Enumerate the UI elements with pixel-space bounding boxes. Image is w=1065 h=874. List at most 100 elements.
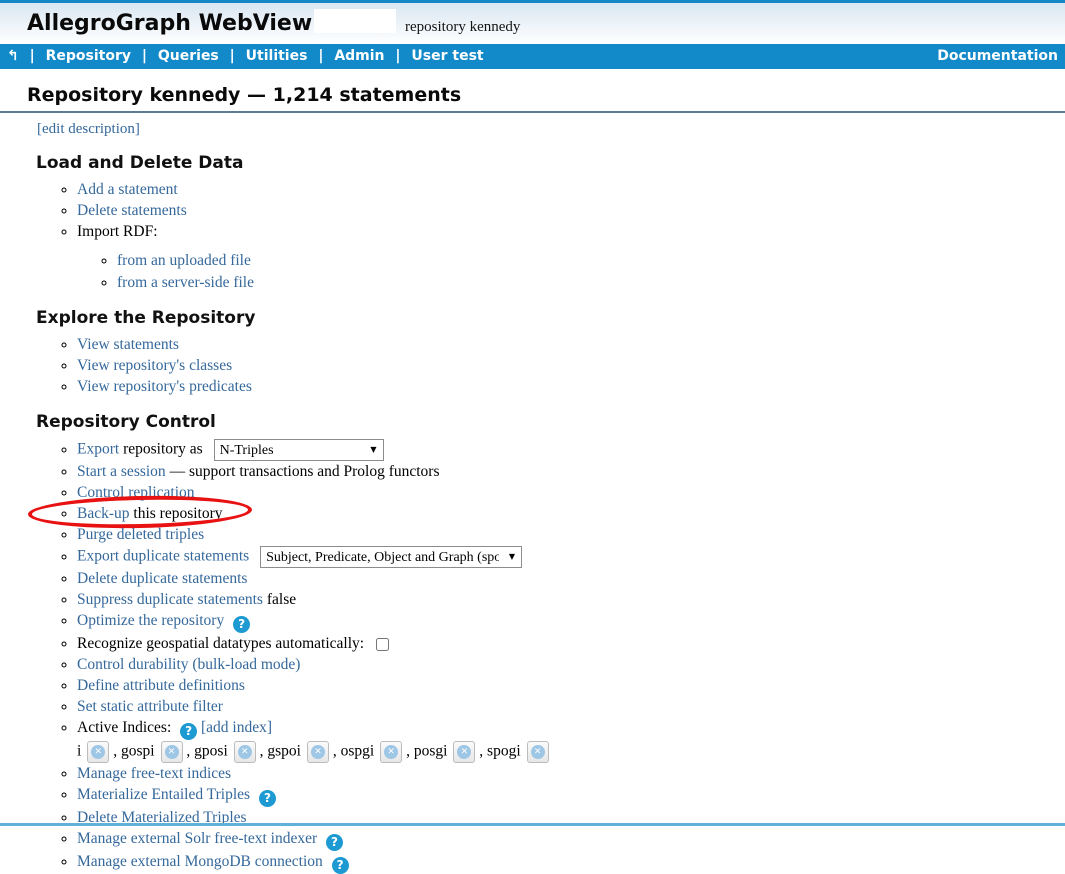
view-statements-link[interactable]: View statements <box>77 336 179 353</box>
import-rdf-sublist: from an uploaded file from a server-side… <box>77 251 1065 293</box>
remove-icon: ✕ <box>311 745 325 759</box>
index-label: posgi <box>414 743 448 760</box>
nav-separator: | <box>142 48 147 64</box>
nav-item-documentation[interactable]: Documentation <box>937 44 1058 69</box>
index-separator: , <box>475 743 487 760</box>
back-arrow-icon[interactable]: ↰ <box>7 48 19 64</box>
edit-description-link[interactable]: [edit description] <box>37 121 140 137</box>
export-repository-link[interactable]: Export <box>77 441 119 458</box>
geospatial-checkbox[interactable] <box>376 638 389 651</box>
remove-index-button[interactable]: ✕ <box>161 741 183 763</box>
suppress-duplicates-row: Suppress duplicate statements false <box>77 590 1065 610</box>
remove-index-button[interactable]: ✕ <box>380 741 402 763</box>
define-attributes-link[interactable]: Define attribute definitions <box>77 677 245 694</box>
list-item: from a server-side file <box>117 273 1065 293</box>
section-heading-load-delete: Load and Delete Data <box>36 153 1065 173</box>
export-format-select[interactable]: N-Triples <box>214 439 384 461</box>
remove-icon: ✕ <box>165 745 179 759</box>
list-item: Define attribute definitions <box>77 676 1065 696</box>
remove-icon: ✕ <box>91 745 105 759</box>
help-icon[interactable]: ? <box>180 723 197 740</box>
materialize-row: Materialize Entailed Triples ? <box>77 785 1065 807</box>
remove-index-button[interactable]: ✕ <box>87 741 109 763</box>
start-session-row: Start a session — support transactions a… <box>77 462 1065 482</box>
help-icon[interactable]: ? <box>259 790 276 807</box>
geospatial-label: Recognize geospatial datatypes automatic… <box>77 635 364 652</box>
list-item: Add a statement <box>77 180 1065 200</box>
list-item: Manage free-text indices <box>77 764 1065 784</box>
delete-statements-link[interactable]: Delete statements <box>77 202 187 219</box>
control-replication-link[interactable]: Control replication <box>77 484 195 501</box>
export-repository-row: Export repository as N-Triples ▼ <box>77 439 1065 461</box>
list-item: Set static attribute filter <box>77 697 1065 717</box>
index-separator: , <box>183 743 195 760</box>
add-statement-link[interactable]: Add a statement <box>77 181 178 198</box>
export-repository-label: repository as <box>123 441 203 458</box>
index-separator: , <box>402 743 414 760</box>
export-duplicates-link[interactable]: Export duplicate statements <box>77 548 249 565</box>
purge-deleted-triples-link[interactable]: Purge deleted triples <box>77 526 204 543</box>
manage-freetext-indices-link[interactable]: Manage free-text indices <box>77 765 231 782</box>
navbar-left: ↰ | Repository | Queries | Utilities | A… <box>7 44 490 69</box>
duplicates-format-select[interactable]: Subject, Predicate, Object and Graph (sp… <box>260 546 522 568</box>
list-item: Import RDF: from an uploaded file from a… <box>77 222 1065 293</box>
section-heading-control: Repository Control <box>36 412 1065 432</box>
backup-label: this repository <box>133 505 222 522</box>
import-server-file-link[interactable]: from a server-side file <box>117 274 254 291</box>
list-item: Control durability (bulk-load mode) <box>77 655 1065 675</box>
view-predicates-link[interactable]: View repository's predicates <box>77 378 252 395</box>
help-icon[interactable]: ? <box>233 616 250 633</box>
nav-item-repository[interactable]: Repository <box>46 48 131 64</box>
nav-item-utilities[interactable]: Utilities <box>246 48 308 64</box>
import-uploaded-file-link[interactable]: from an uploaded file <box>117 252 251 269</box>
export-duplicates-row: Export duplicate statements Subject, Pre… <box>77 546 1065 568</box>
remove-icon: ✕ <box>238 745 252 759</box>
geospatial-row: Recognize geospatial datatypes automatic… <box>77 634 1065 654</box>
delete-duplicates-link[interactable]: Delete duplicate statements <box>77 570 247 587</box>
nav-item-queries[interactable]: Queries <box>158 48 219 64</box>
suppress-duplicates-link[interactable]: Suppress duplicate statements <box>77 591 263 608</box>
active-indices-label: Active Indices: <box>77 719 171 736</box>
remove-index-button[interactable]: ✕ <box>234 741 256 763</box>
remove-icon: ✕ <box>384 745 398 759</box>
index-label: ospgi <box>341 743 375 760</box>
remove-index-button[interactable]: ✕ <box>307 741 329 763</box>
list-item: View repository's classes <box>77 356 1065 376</box>
optimize-row: Optimize the repository ? <box>77 611 1065 633</box>
nav-item-user-test[interactable]: User test <box>411 48 483 64</box>
add-index-link[interactable]: [add index] <box>201 719 272 736</box>
page-content: Repository kennedy — 1,214 statements [e… <box>0 69 1065 874</box>
start-session-link[interactable]: Start a session <box>77 463 166 480</box>
list-item: Control replication <box>77 483 1065 503</box>
static-attribute-filter-link[interactable]: Set static attribute filter <box>77 698 223 715</box>
page-title: Repository kennedy — 1,214 statements <box>27 84 1065 106</box>
repository-context-label: repository kennedy <box>405 19 520 36</box>
solr-row: Manage external Solr free-text indexer ? <box>77 829 1065 851</box>
remove-index-button[interactable]: ✕ <box>527 741 549 763</box>
manage-solr-link[interactable]: Manage external Solr free-text indexer <box>77 830 317 847</box>
remove-index-button[interactable]: ✕ <box>453 741 475 763</box>
optimize-repository-link[interactable]: Optimize the repository <box>77 612 224 629</box>
index-label: spogi <box>487 743 521 760</box>
materialize-entailed-link[interactable]: Materialize Entailed Triples <box>77 786 250 803</box>
backup-link[interactable]: Back-up <box>77 505 130 522</box>
nav-item-admin[interactable]: Admin <box>334 48 384 64</box>
index-label: gposi <box>194 743 228 760</box>
index-label: gspoi <box>267 743 301 760</box>
duplicates-format-select-wrap: Subject, Predicate, Object and Graph (sp… <box>260 546 522 568</box>
control-durability-link[interactable]: Control durability (bulk-load mode) <box>77 656 300 673</box>
nav-separator: | <box>230 48 235 64</box>
view-classes-link[interactable]: View repository's classes <box>77 357 232 374</box>
list-item: from an uploaded file <box>117 251 1065 271</box>
help-icon[interactable]: ? <box>332 857 349 874</box>
explore-list: View statements View repository's classe… <box>0 335 1065 397</box>
manage-mongodb-link[interactable]: Manage external MongoDB connection <box>77 853 323 870</box>
active-indices-row: Active Indices: ? [add index] <box>77 718 1065 740</box>
repository-control-list: Export repository as N-Triples ▼ Start a… <box>0 439 1065 874</box>
nav-separator: | <box>318 48 323 64</box>
backup-row: Back-up this repository <box>77 504 1065 524</box>
index-label: i <box>77 743 81 760</box>
help-icon[interactable]: ? <box>326 834 343 851</box>
list-item: Delete statements <box>77 201 1065 221</box>
nav-separator: | <box>30 48 35 64</box>
